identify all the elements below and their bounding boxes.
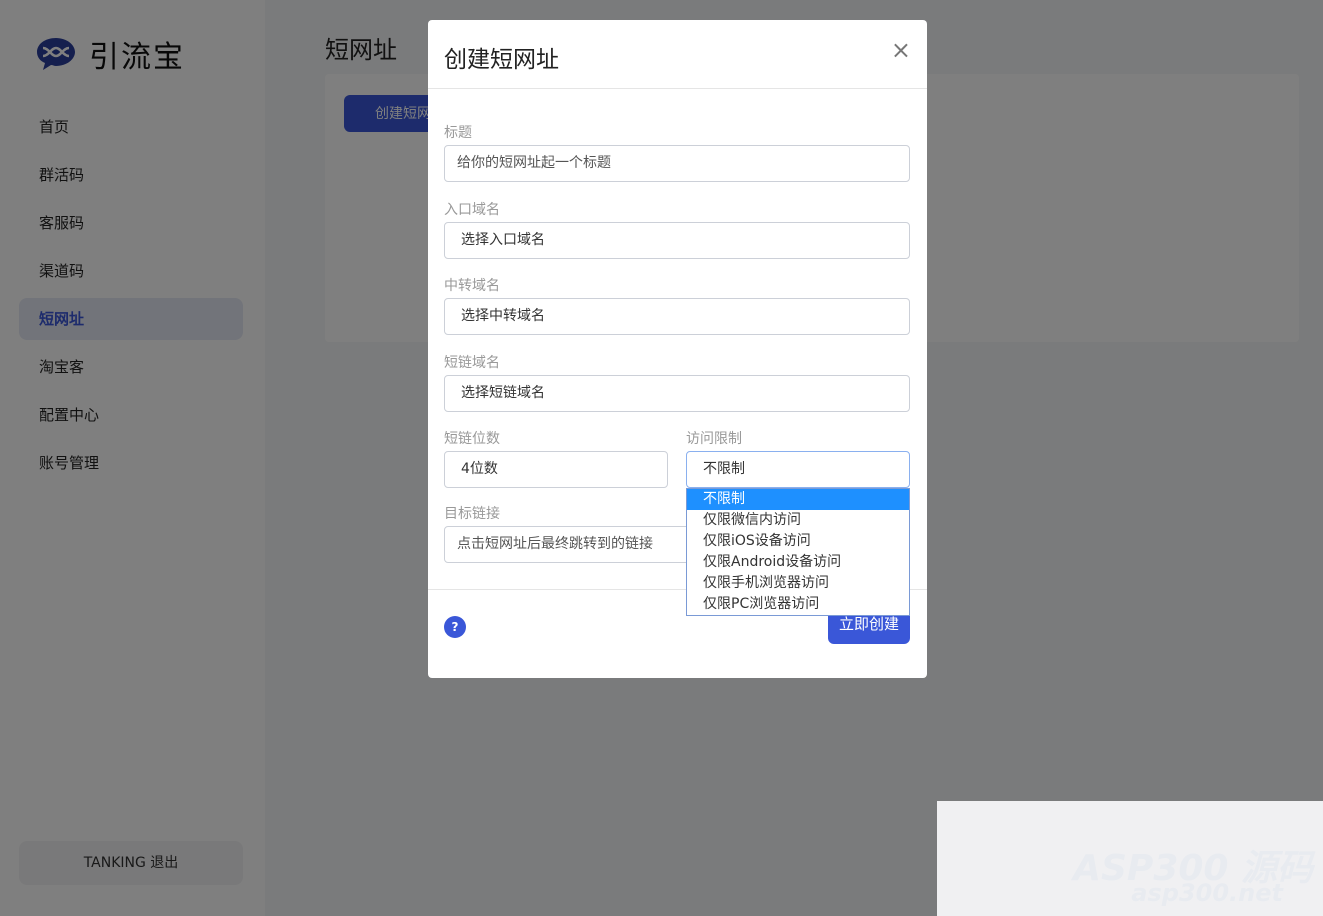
transit-domain-select[interactable]: 选择中转域名 xyxy=(444,298,910,335)
modal-title: 创建短网址 xyxy=(444,47,559,73)
target-label: 目标链接 xyxy=(444,506,500,522)
access-dropdown: 不限制 仅限微信内访问 仅限iOS设备访问 仅限Android设备访问 仅限手机… xyxy=(686,488,910,616)
access-option[interactable]: 仅限PC浏览器访问 xyxy=(687,594,909,615)
access-option[interactable]: 仅限iOS设备访问 xyxy=(687,531,909,552)
short-domain-label: 短链域名 xyxy=(444,355,500,371)
access-select[interactable]: 不限制 xyxy=(686,451,910,488)
length-select[interactable]: 4位数 xyxy=(444,451,668,488)
watermark-line2: asp300.net xyxy=(1131,879,1283,907)
entry-domain-label: 入口域名 xyxy=(444,202,500,218)
access-option[interactable]: 仅限手机浏览器访问 xyxy=(687,573,909,594)
title-label: 标题 xyxy=(444,125,472,141)
access-label: 访问限制 xyxy=(686,431,742,447)
short-domain-select[interactable]: 选择短链域名 xyxy=(444,375,910,412)
access-option[interactable]: 仅限微信内访问 xyxy=(687,510,909,531)
create-short-url-modal: 创建短网址 × 标题 给你的短网址起一个标题 入口域名 选择入口域名 中转域名 … xyxy=(428,20,927,678)
access-option[interactable]: 仅限Android设备访问 xyxy=(687,552,909,573)
modal-header: 创建短网址 × xyxy=(428,20,927,89)
close-icon[interactable]: × xyxy=(891,36,911,64)
title-input[interactable]: 给你的短网址起一个标题 xyxy=(444,145,910,182)
transit-domain-label: 中转域名 xyxy=(444,278,500,294)
help-icon[interactable]: ? xyxy=(444,616,466,638)
entry-domain-select[interactable]: 选择入口域名 xyxy=(444,222,910,259)
watermark: ASP300 源码 asp300.net xyxy=(937,801,1323,916)
access-option[interactable]: 不限制 xyxy=(687,489,909,510)
length-label: 短链位数 xyxy=(444,431,500,447)
